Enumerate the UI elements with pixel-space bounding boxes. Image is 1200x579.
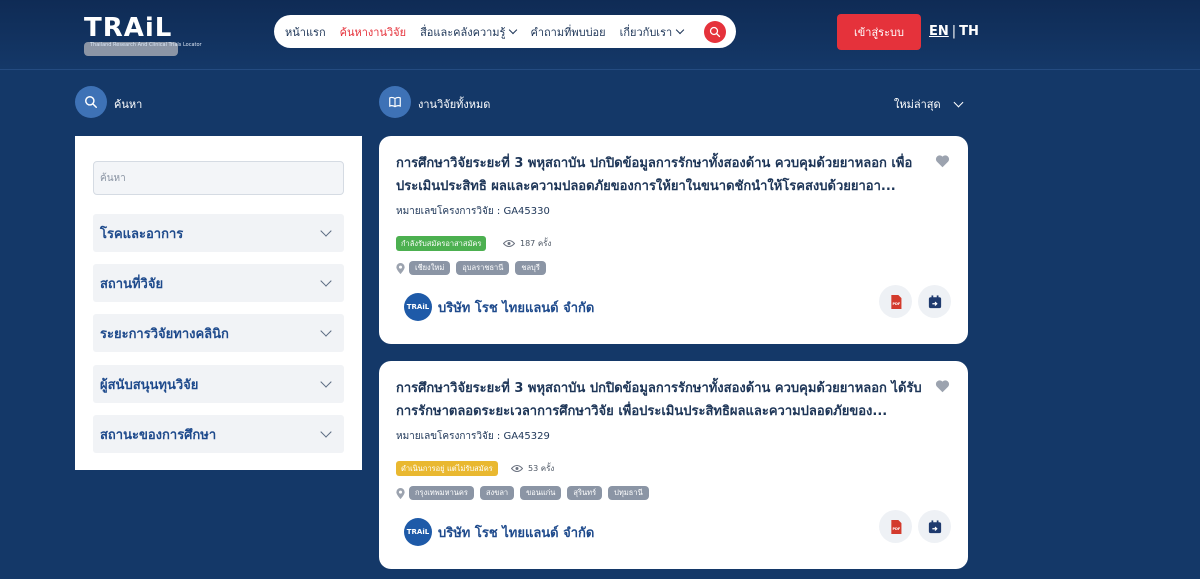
eye-icon bbox=[503, 240, 515, 247]
trail-logo[interactable]: TRAiL Thailand Research And Clinical Tri… bbox=[84, 13, 202, 56]
project-number: หมายเลขโครงการวิจัย : GA45330 bbox=[396, 206, 550, 217]
chevron-down-icon bbox=[953, 97, 964, 107]
chevron-down-icon bbox=[675, 25, 685, 35]
heart-icon[interactable] bbox=[935, 154, 950, 168]
location-tag[interactable]: อุบลราชธานี bbox=[456, 261, 510, 275]
chevron-down-icon bbox=[320, 225, 332, 237]
search-icon bbox=[85, 96, 97, 108]
location-tag[interactable]: ปทุมธานี bbox=[608, 486, 649, 500]
nav-search-research-label: ค้นหางานวิจัย bbox=[339, 25, 407, 39]
calendar-icon bbox=[928, 294, 941, 308]
location-tag[interactable]: กรุงเทพมหานคร bbox=[409, 486, 474, 500]
calendar-button[interactable] bbox=[918, 510, 951, 543]
search-icon bbox=[709, 26, 721, 38]
location-tag[interactable]: สงขลา bbox=[479, 486, 515, 500]
sponsor-name: บริษัท โรช ไทยแลนด์ จำกัด bbox=[438, 525, 595, 541]
research-title[interactable]: การศึกษาวิจัยระยะที่ 3 พหุสถาบัน ปกปิดข้… bbox=[396, 152, 936, 198]
filter-status-label: สถานะของการศึกษา bbox=[100, 427, 217, 443]
sponsor-logo: TRAiL bbox=[404, 518, 432, 546]
top-header: TRAiL Thailand Research And Clinical Tri… bbox=[0, 0, 1200, 70]
location-pin-icon bbox=[396, 262, 405, 274]
lang-separator: | bbox=[951, 24, 957, 39]
pdf-icon: PDF bbox=[890, 519, 901, 534]
sponsor: TRAiL บริษัท โรช ไทยแลนด์ จำกัด bbox=[404, 293, 594, 321]
logo-tagline: Thailand Research And Clinical Trials Lo… bbox=[84, 42, 202, 56]
chevron-down-icon bbox=[320, 275, 332, 287]
nav-home-label: หน้าแรก bbox=[285, 25, 326, 39]
research-card[interactable]: การศึกษาวิจัยระยะที่ 3 พหุสถาบัน ปกปิดข้… bbox=[379, 136, 968, 344]
status-badge: ดำเนินการอยู่ แต่ไม่รับสมัคร bbox=[396, 461, 498, 476]
search-section-icon bbox=[75, 86, 107, 118]
view-count: 187 ครั้ง bbox=[503, 236, 551, 251]
sponsor-name: บริษัท โรช ไทยแลนด์ จำกัด bbox=[438, 300, 595, 316]
logo-mark: TRAiL bbox=[84, 13, 173, 43]
language-switcher: EN | TH bbox=[929, 24, 979, 39]
pdf-icon: PDF bbox=[890, 294, 901, 309]
view-count: 53 ครั้ง bbox=[511, 461, 554, 476]
pdf-button[interactable]: PDF bbox=[879, 510, 912, 543]
research-title[interactable]: การศึกษาวิจัยระยะที่ 3 พหุสถาบัน ปกปิดข้… bbox=[396, 377, 936, 423]
svg-text:PDF: PDF bbox=[892, 527, 900, 531]
location-tag[interactable]: ขอนแก่น bbox=[520, 486, 562, 500]
search-section-title: ค้นหา bbox=[114, 98, 143, 111]
nav-faq-label: คำถามที่พบบ่อย bbox=[530, 25, 606, 39]
filter-location[interactable]: สถานที่วิจัย bbox=[93, 264, 344, 302]
location-tag[interactable]: สุรินทร์ bbox=[567, 486, 603, 500]
nav-about-label: เกี่ยวกับเรา bbox=[619, 25, 673, 39]
filter-disease[interactable]: โรคและอาการ bbox=[93, 214, 344, 252]
view-count-text: 53 ครั้ง bbox=[528, 464, 555, 473]
lang-th[interactable]: TH bbox=[959, 24, 979, 39]
filter-phase[interactable]: ระยะการวิจัยทางคลินิก bbox=[93, 314, 344, 352]
status-badge: กำลังรับสมัครอาสาสมัคร bbox=[396, 236, 487, 251]
calendar-button[interactable] bbox=[918, 285, 951, 318]
nav-media-label: สื่อและคลังความรู้ bbox=[420, 25, 506, 39]
location-tag[interactable]: เชียงใหม่ bbox=[409, 261, 451, 275]
lang-en[interactable]: EN bbox=[929, 24, 949, 39]
login-button[interactable]: เข้าสู่ระบบ bbox=[837, 14, 921, 50]
filter-status[interactable]: สถานะของการศึกษา bbox=[93, 415, 344, 453]
filter-phase-label: ระยะการวิจัยทางคลินิก bbox=[100, 326, 229, 342]
research-section-title: งานวิจัยทั้งหมด bbox=[418, 98, 491, 111]
sort-label: ใหม่ล่าสุด bbox=[894, 98, 941, 111]
sort-dropdown[interactable]: ใหม่ล่าสุด bbox=[894, 95, 964, 113]
filter-sponsor-label: ผู้สนับสนุนทุนวิจัย bbox=[100, 377, 199, 393]
chevron-down-icon bbox=[320, 376, 332, 388]
eye-icon bbox=[511, 465, 523, 472]
nav-media[interactable]: สื่อและคลังความรู้ bbox=[420, 23, 518, 41]
main-nav: หน้าแรก ค้นหางานวิจัย สื่อและคลังความรู้… bbox=[274, 15, 736, 48]
filter-location-label: สถานที่วิจัย bbox=[100, 276, 164, 292]
calendar-icon bbox=[928, 519, 941, 533]
nav-faq[interactable]: คำถามที่พบบ่อย bbox=[530, 23, 605, 41]
project-number: หมายเลขโครงการวิจัย : GA45329 bbox=[396, 431, 550, 442]
filter-sponsor[interactable]: ผู้สนับสนุนทุนวิจัย bbox=[93, 365, 344, 403]
sponsor-logo: TRAiL bbox=[404, 293, 432, 321]
chevron-down-icon bbox=[509, 25, 518, 35]
nav-home[interactable]: หน้าแรก bbox=[285, 23, 326, 41]
filter-panel: โรคและอาการ สถานที่วิจัย ระยะการวิจัยทาง… bbox=[75, 136, 362, 470]
chevron-down-icon bbox=[320, 325, 332, 337]
chevron-down-icon bbox=[320, 426, 332, 438]
nav-search-research[interactable]: ค้นหางานวิจัย bbox=[340, 23, 406, 41]
sponsor: TRAiL บริษัท โรช ไทยแลนด์ จำกัด bbox=[404, 518, 594, 546]
location-tags: กรุงเทพมหานคร สงขลา ขอนแก่น สุรินทร์ ปทุ… bbox=[396, 486, 655, 500]
filter-disease-label: โรคและอาการ bbox=[100, 226, 184, 242]
svg-text:PDF: PDF bbox=[892, 302, 900, 306]
book-icon bbox=[389, 96, 401, 108]
location-tag[interactable]: ชลบุรี bbox=[515, 261, 546, 275]
view-count-text: 187 ครั้ง bbox=[520, 239, 552, 248]
search-input[interactable] bbox=[93, 161, 344, 195]
nav-about[interactable]: เกี่ยวกับเรา bbox=[619, 23, 685, 41]
location-tags: เชียงใหม่ อุบลราชธานี ชลบุรี bbox=[396, 261, 552, 275]
pdf-button[interactable]: PDF bbox=[879, 285, 912, 318]
research-section-icon bbox=[379, 86, 411, 118]
location-pin-icon bbox=[396, 487, 405, 499]
research-card[interactable]: การศึกษาวิจัยระยะที่ 3 พหุสถาบัน ปกปิดข้… bbox=[379, 361, 968, 569]
nav-search-button[interactable] bbox=[704, 21, 726, 43]
heart-icon[interactable] bbox=[935, 379, 950, 393]
